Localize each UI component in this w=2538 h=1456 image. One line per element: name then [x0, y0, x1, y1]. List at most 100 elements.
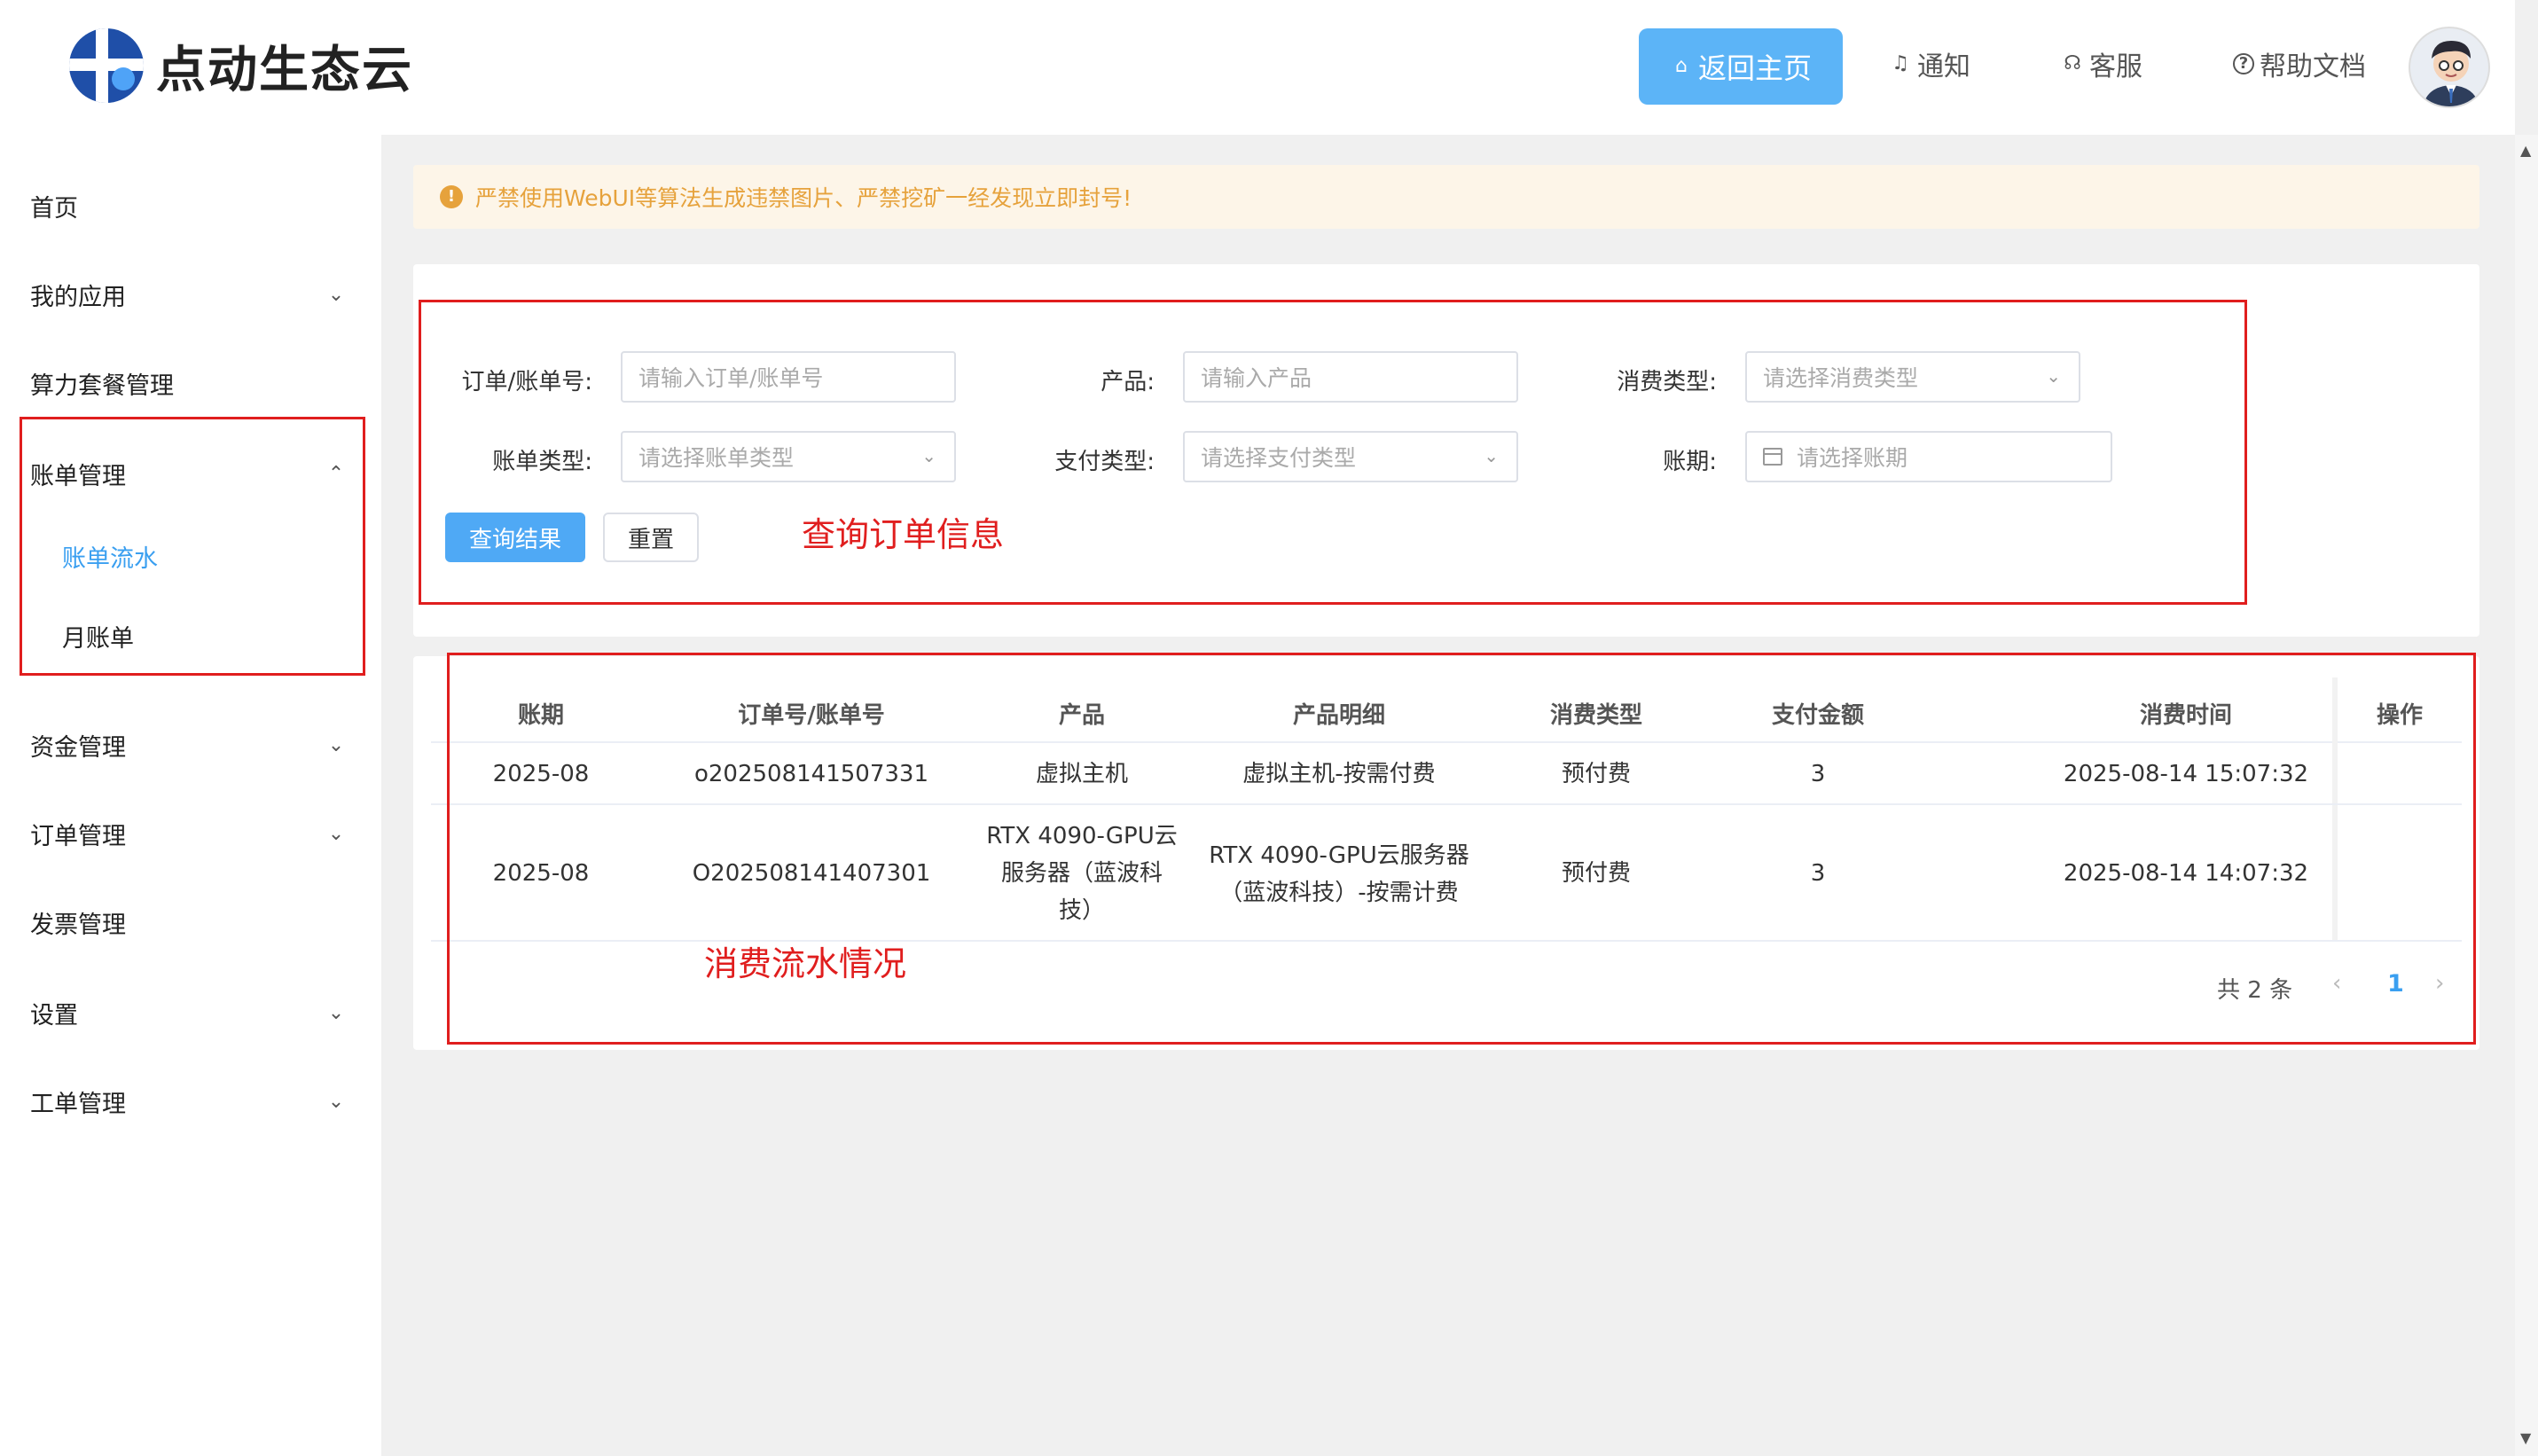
- sidebar-item-label: 首页: [30, 194, 78, 223]
- period-placeholder: 请选择账期: [1797, 445, 1908, 471]
- product-placeholder: 请输入产品: [1201, 365, 1312, 391]
- sidebar-item-my-apps[interactable]: 我的应用 ⌄: [30, 268, 349, 321]
- pay-type-placeholder: 请选择支付类型: [1201, 445, 1357, 471]
- consume-type-select[interactable]: 请选择消费类型 ⌄: [1745, 351, 2080, 403]
- service-link[interactable]: ☊ 客服: [2061, 44, 2142, 83]
- sidebar-item-orders[interactable]: 订单管理 ⌄: [30, 807, 349, 860]
- pager-current-page[interactable]: 1: [2387, 970, 2404, 998]
- chevron-down-icon: ⌄: [327, 822, 345, 845]
- col-header-amount: 支付金额: [1771, 702, 1864, 729]
- cell-product-line1: RTX 4090-GPU云: [986, 823, 1178, 849]
- chevron-down-icon: ⌄: [1484, 445, 1499, 466]
- cell-time: 2025-08-14 15:07:32: [2063, 761, 2309, 787]
- period-picker[interactable]: 请选择账期: [1745, 431, 2112, 482]
- sidebar-item-compute-packages[interactable]: 算力套餐管理: [30, 356, 349, 410]
- pager-total: 共 2 条: [2217, 977, 2293, 1004]
- notify-label: 通知: [1917, 51, 1970, 82]
- product-input[interactable]: 请输入产品: [1183, 351, 1518, 403]
- sidebar-subitem-monthly-bill[interactable]: 月账单: [62, 619, 134, 654]
- bill-type-placeholder: 请选择账单类型: [638, 445, 795, 471]
- scroll-up-icon[interactable]: ▲: [2520, 142, 2531, 159]
- chevron-down-icon: ⌄: [2046, 365, 2061, 387]
- query-button[interactable]: 查询结果: [445, 513, 585, 562]
- help-label: 帮助文档: [2260, 51, 2366, 82]
- col-header-period: 账期: [517, 702, 564, 729]
- home-icon: ⌂: [1675, 55, 1688, 77]
- consume-type-label: 消费类型:: [1617, 369, 1717, 395]
- cell-detail: 虚拟主机-按需付费: [1242, 761, 1436, 787]
- service-label: 客服: [2089, 51, 2142, 82]
- sidebar-item-invoices[interactable]: 发票管理: [30, 896, 349, 949]
- cell-period: 2025-08: [492, 761, 590, 787]
- headset-icon: ☊: [2064, 52, 2081, 74]
- pay-type-select[interactable]: 请选择支付类型 ⌄: [1183, 431, 1518, 482]
- col-header-consume: 消费类型: [1549, 702, 1642, 729]
- bell-icon: ♫: [1892, 52, 1909, 74]
- home-button-label: 返回主页: [1697, 51, 1812, 85]
- sidebar-item-funds[interactable]: 资金管理 ⌄: [30, 718, 349, 771]
- chevron-down-icon: ⌄: [921, 445, 936, 466]
- order-label: 订单/账单号:: [461, 369, 592, 395]
- sidebar-item-label: 订单管理: [30, 822, 126, 850]
- cell-order: O202508141407301: [692, 860, 931, 887]
- sidebar-item-label: 账单管理: [30, 462, 126, 490]
- cell-order: o202508141507331: [693, 761, 929, 787]
- sidebar-item-label: 算力套餐管理: [30, 372, 174, 400]
- cell-amount: 3: [1810, 860, 1826, 887]
- bill-type-label: 账单类型:: [492, 449, 592, 475]
- sidebar-item-home[interactable]: 首页: [30, 179, 349, 232]
- reset-button[interactable]: 重置: [603, 513, 699, 562]
- sidebar-item-label: 发票管理: [30, 911, 126, 939]
- chevron-down-icon: ⌄: [327, 1090, 345, 1113]
- home-button[interactable]: ⌂ 返回主页: [1639, 28, 1843, 105]
- warning-icon: !: [440, 185, 463, 208]
- cell-product-line2: 服务器（蓝波科: [1000, 860, 1163, 887]
- order-placeholder: 请输入订单/账单号: [638, 365, 824, 391]
- cell-detail-line1: RTX 4090-GPU云服务器: [1209, 842, 1469, 869]
- bill-type-select[interactable]: 请选择账单类型 ⌄: [621, 431, 956, 482]
- notify-link[interactable]: ♫ 通知: [1889, 44, 1970, 83]
- warning-notice: ! 严禁使用WebUI等算法生成违禁图片、严禁挖矿一经发现立即封号!: [413, 165, 2479, 229]
- chevron-down-icon: ⌄: [327, 733, 345, 756]
- cell-consume: 预付费: [1561, 761, 1631, 787]
- col-header-action: 操作: [2376, 702, 2423, 729]
- pager-next-icon[interactable]: ›: [2435, 970, 2444, 997]
- sidebar-item-billing[interactable]: 账单管理 ⌃: [30, 447, 349, 500]
- help-link[interactable]: ? 帮助文档: [2233, 44, 2366, 83]
- pay-type-label: 支付类型:: [1054, 449, 1155, 475]
- cell-period: 2025-08: [492, 860, 590, 887]
- sidebar-item-settings[interactable]: 设置 ⌄: [30, 986, 349, 1039]
- sidebar: 首页 我的应用 ⌄ 算力套餐管理 账单管理 ⌃ 账单流水 月账单 资金管理 ⌄ …: [0, 135, 381, 1456]
- logo[interactable]: 点动生态云: [69, 27, 413, 105]
- page-scrollbar[interactable]: ▲ ▼: [2515, 135, 2538, 1456]
- sidebar-subitem-bill-flow[interactable]: 账单流水: [62, 539, 158, 574]
- sidebar-item-tickets[interactable]: 工单管理 ⌄: [30, 1075, 349, 1128]
- calendar-icon: [1763, 448, 1782, 466]
- query-annotation: 查询订单信息: [802, 515, 1005, 554]
- help-icon: ?: [2233, 53, 2254, 74]
- col-header-product: 产品: [1058, 702, 1105, 729]
- cell-detail-line2: （蓝波科技）-按需计费: [1219, 880, 1459, 906]
- pager-prev-icon[interactable]: ‹: [2332, 970, 2341, 997]
- consume-type-placeholder: 请选择消费类型: [1763, 365, 1919, 391]
- top-header: 点动生态云 ⌂ 返回主页 ♫ 通知 ☊ 客服 ? 帮助文档: [0, 0, 2515, 135]
- period-label: 账期:: [1663, 449, 1717, 475]
- col-header-order: 订单号/账单号: [738, 702, 885, 729]
- product-label: 产品:: [1101, 369, 1155, 395]
- order-input[interactable]: 请输入订单/账单号: [621, 351, 956, 403]
- table-divider: [431, 803, 2462, 805]
- flow-annotation: 消费流水情况: [704, 944, 907, 983]
- sidebar-item-label: 资金管理: [30, 733, 126, 762]
- sidebar-item-label: 设置: [30, 1001, 78, 1029]
- avatar[interactable]: [2409, 27, 2490, 108]
- cell-consume: 预付费: [1561, 860, 1631, 887]
- col-header-time: 消费时间: [2139, 702, 2232, 729]
- notice-text: 严禁使用WebUI等算法生成违禁图片、严禁挖矿一经发现立即封号!: [475, 185, 1132, 211]
- col-header-detail: 产品明细: [1292, 702, 1385, 729]
- chevron-down-icon: ⌄: [327, 283, 345, 306]
- cell-amount: 3: [1810, 761, 1826, 787]
- scroll-down-icon[interactable]: ▼: [2520, 1429, 2531, 1446]
- cell-time: 2025-08-14 14:07:32: [2063, 860, 2309, 887]
- sidebar-item-label: 我的应用: [30, 283, 126, 311]
- logo-text: 点动生态云: [156, 41, 413, 99]
